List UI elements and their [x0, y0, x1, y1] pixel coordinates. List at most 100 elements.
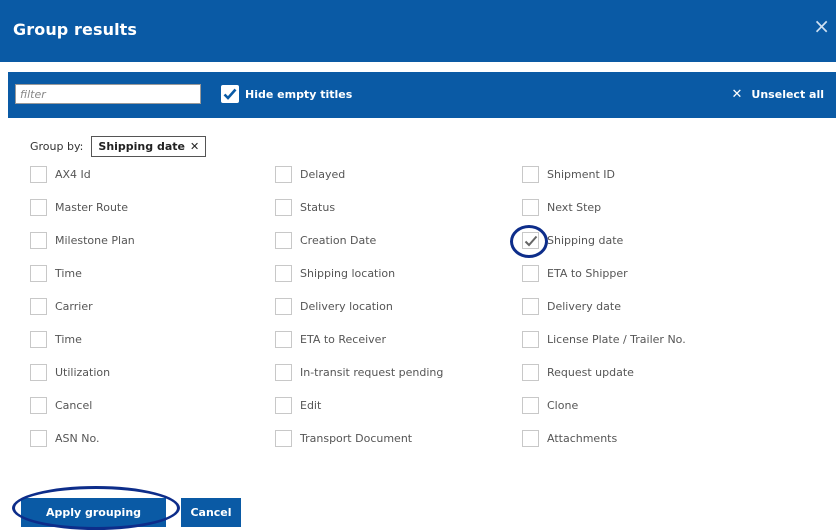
option-checkbox[interactable]: [275, 265, 292, 282]
close-icon[interactable]: ×: [813, 16, 830, 36]
group-option[interactable]: Time: [30, 331, 82, 348]
toolbar: Hide empty titles ✕ Unselect all: [8, 72, 836, 118]
option-checkbox[interactable]: [522, 397, 539, 414]
option-label: Cancel: [55, 399, 93, 412]
option-checkbox[interactable]: [275, 331, 292, 348]
option-checkbox[interactable]: [30, 397, 47, 414]
group-by-row: Group by: Shipping date ✕: [30, 136, 207, 157]
option-label: Attachments: [547, 432, 618, 445]
option-checkbox[interactable]: [30, 199, 47, 216]
option-label: Shipping date: [547, 234, 624, 247]
option-label: Shipping location: [300, 267, 396, 280]
unselect-all-label: Unselect all: [751, 88, 824, 101]
option-label: Delivery date: [547, 300, 621, 313]
group-option[interactable]: Shipping location: [275, 265, 395, 282]
filter-input[interactable]: [15, 84, 201, 104]
group-option[interactable]: Carrier: [30, 298, 93, 315]
option-label: In-transit request pending: [300, 366, 444, 379]
option-label: Master Route: [55, 201, 128, 214]
group-option[interactable]: Delayed: [275, 166, 345, 183]
group-option[interactable]: Milestone Plan: [30, 232, 135, 249]
option-label: Delivery location: [300, 300, 393, 313]
option-checkbox[interactable]: [30, 166, 47, 183]
option-checkbox[interactable]: [275, 166, 292, 183]
option-label: Milestone Plan: [55, 234, 135, 247]
group-option[interactable]: Request update: [522, 364, 634, 381]
group-option[interactable]: ETA to Shipper: [522, 265, 628, 282]
option-checkbox[interactable]: [275, 199, 292, 216]
option-checkbox[interactable]: [522, 232, 539, 249]
group-option[interactable]: AX4 Id: [30, 166, 91, 183]
option-label: ETA to Receiver: [300, 333, 386, 346]
group-option[interactable]: Status: [275, 199, 335, 216]
unselect-all-button[interactable]: ✕ Unselect all: [732, 87, 824, 102]
option-label: Clone: [547, 399, 579, 412]
option-checkbox[interactable]: [522, 298, 539, 315]
group-option[interactable]: Attachments: [522, 430, 617, 447]
group-option[interactable]: Edit: [275, 397, 321, 414]
remove-chip-icon[interactable]: ✕: [190, 140, 199, 153]
option-checkbox[interactable]: [275, 364, 292, 381]
group-option[interactable]: Time: [30, 265, 82, 282]
option-checkbox[interactable]: [30, 364, 47, 381]
group-option[interactable]: Shipment ID: [522, 166, 615, 183]
option-label: Edit: [300, 399, 322, 412]
option-label: Carrier: [55, 300, 93, 313]
option-label: License Plate / Trailer No.: [547, 333, 686, 346]
hide-empty-toggle[interactable]: Hide empty titles: [221, 85, 352, 103]
option-label: Next Step: [547, 201, 602, 214]
option-checkbox[interactable]: [275, 232, 292, 249]
group-option[interactable]: Clone: [522, 397, 578, 414]
group-option[interactable]: Cancel: [30, 397, 92, 414]
checkmark-icon: [223, 88, 237, 100]
group-option[interactable]: Next Step: [522, 199, 601, 216]
option-label: Request update: [547, 366, 634, 379]
group-option[interactable]: Shipping date: [522, 232, 623, 249]
group-option[interactable]: Delivery location: [275, 298, 393, 315]
group-option[interactable]: ASN No.: [30, 430, 100, 447]
option-checkbox[interactable]: [522, 166, 539, 183]
option-label: AX4 Id: [55, 168, 91, 181]
option-label: Shipment ID: [547, 168, 615, 181]
option-label: Time: [55, 333, 82, 346]
group-option[interactable]: Master Route: [30, 199, 128, 216]
option-checkbox[interactable]: [275, 298, 292, 315]
option-checkbox[interactable]: [30, 331, 47, 348]
option-label: Utilization: [55, 366, 111, 379]
option-checkbox[interactable]: [522, 265, 539, 282]
option-checkbox[interactable]: [522, 331, 539, 348]
hide-empty-checkbox[interactable]: [221, 85, 239, 103]
group-option[interactable]: License Plate / Trailer No.: [522, 331, 686, 348]
option-label: ASN No.: [55, 432, 100, 445]
cancel-button[interactable]: Cancel: [181, 498, 241, 527]
group-option[interactable]: Utilization: [30, 364, 110, 381]
apply-grouping-button[interactable]: Apply grouping: [21, 498, 166, 527]
option-checkbox[interactable]: [522, 199, 539, 216]
option-checkbox[interactable]: [522, 364, 539, 381]
dialog-title: Group results: [13, 20, 138, 39]
chip-label: Shipping date: [98, 140, 185, 153]
group-by-label: Group by:: [30, 140, 84, 153]
option-label: Time: [55, 267, 82, 280]
group-option[interactable]: In-transit request pending: [275, 364, 443, 381]
hide-empty-label: Hide empty titles: [245, 87, 353, 101]
option-checkbox[interactable]: [30, 298, 47, 315]
option-checkbox[interactable]: [275, 430, 292, 447]
group-option[interactable]: ETA to Receiver: [275, 331, 386, 348]
option-checkbox[interactable]: [30, 430, 47, 447]
group-option[interactable]: Creation Date: [275, 232, 376, 249]
option-label: Delayed: [300, 168, 346, 181]
option-checkbox[interactable]: [30, 265, 47, 282]
option-checkbox[interactable]: [522, 430, 539, 447]
option-label: Transport Document: [300, 432, 413, 445]
checkmark-icon: [524, 235, 538, 247]
group-option[interactable]: Transport Document: [275, 430, 412, 447]
option-checkbox[interactable]: [275, 397, 292, 414]
group-option[interactable]: Delivery date: [522, 298, 621, 315]
option-label: ETA to Shipper: [547, 267, 628, 280]
option-checkbox[interactable]: [30, 232, 47, 249]
close-icon: ✕: [731, 87, 743, 102]
group-by-chip: Shipping date ✕: [91, 136, 207, 157]
option-label: Creation Date: [300, 234, 377, 247]
option-label: Status: [300, 201, 336, 214]
